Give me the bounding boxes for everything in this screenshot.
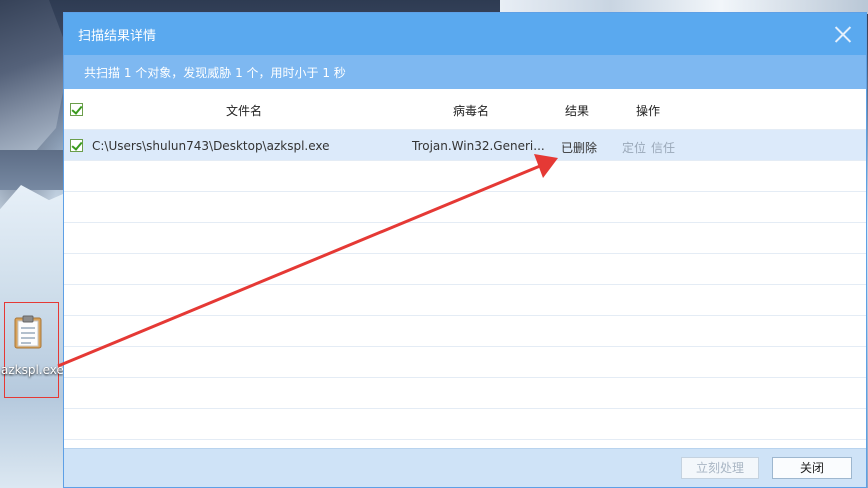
row-virus-name: Trojan.Win32.Generi... [412, 139, 545, 153]
desktop-file-icon[interactable]: azkspl.exe [1, 302, 64, 398]
result-table-body: C:\Users\shulun743\Desktop\azkspl.exe Tr… [64, 130, 866, 450]
empty-row [64, 161, 866, 192]
scan-result-dialog: 扫描结果详情 共扫描 1 个对象，发现威胁 1 个，用时小于 1 秒 文件名 病… [63, 12, 867, 488]
dialog-footer: 立刻处理 关闭 [64, 448, 866, 487]
row-checkbox[interactable] [70, 139, 83, 152]
table-row[interactable]: C:\Users\shulun743\Desktop\azkspl.exe Tr… [64, 130, 866, 161]
column-filename: 文件名 [226, 104, 263, 118]
empty-row [64, 192, 866, 223]
desktop-water [0, 150, 70, 190]
empty-row [64, 409, 866, 440]
scan-summary-bar: 共扫描 1 个对象，发现威胁 1 个，用时小于 1 秒 [64, 55, 866, 89]
empty-row [64, 285, 866, 316]
column-virus-name: 病毒名 [453, 104, 490, 118]
empty-row [64, 223, 866, 254]
process-now-button[interactable]: 立刻处理 [681, 457, 759, 479]
row-file-path: C:\Users\shulun743\Desktop\azkspl.exe [92, 139, 330, 153]
scan-summary-text: 共扫描 1 个对象，发现威胁 1 个，用时小于 1 秒 [84, 66, 346, 80]
row-result: 已删除 [561, 141, 598, 155]
dialog-titlebar[interactable]: 扫描结果详情 [64, 13, 866, 55]
empty-row [64, 347, 866, 378]
column-actions: 操作 [636, 104, 661, 118]
close-icon[interactable] [832, 23, 854, 45]
table-header: 文件名 病毒名 结果 操作 [64, 89, 866, 130]
empty-row [64, 254, 866, 285]
select-all-checkbox[interactable] [70, 103, 83, 116]
desktop-mountain [0, 0, 70, 160]
dialog-title: 扫描结果详情 [78, 29, 157, 44]
desktop-file-label: azkspl.exe [1, 363, 64, 377]
empty-row [64, 316, 866, 347]
close-button[interactable]: 关闭 [772, 457, 852, 479]
empty-row [64, 378, 866, 409]
clipboard-icon [14, 315, 42, 349]
locate-link[interactable]: 定位 [622, 139, 646, 156]
column-result: 结果 [565, 104, 590, 118]
trust-link[interactable]: 信任 [651, 139, 675, 156]
